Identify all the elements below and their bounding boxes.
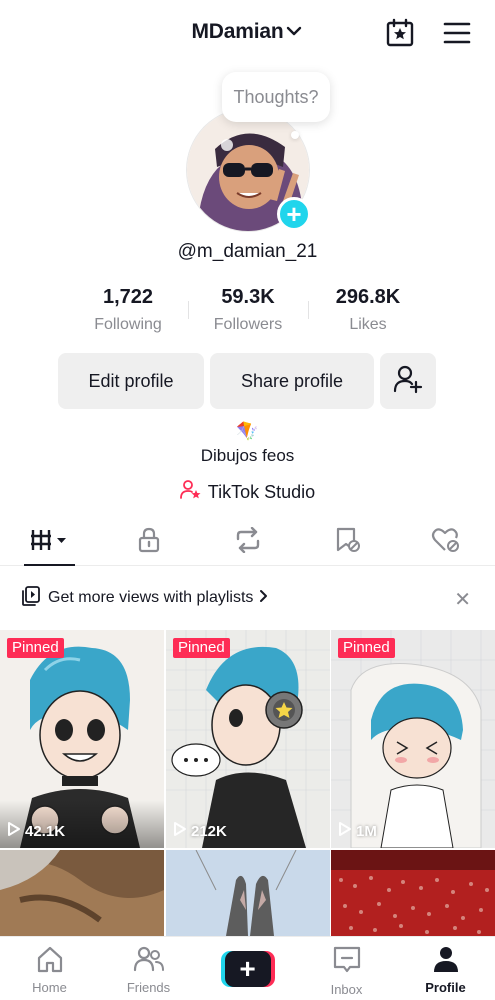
repost-icon	[234, 526, 262, 558]
tab-private[interactable]	[99, 520, 198, 565]
profile-icon	[432, 945, 460, 978]
nav-home[interactable]: Home	[0, 937, 99, 1000]
account-switcher[interactable]: MDamian	[0, 20, 495, 44]
inbox-icon	[332, 945, 362, 980]
bottom-nav: Home Friends + Inbox Profile	[0, 936, 495, 1000]
chevron-right-icon	[259, 589, 268, 608]
studio-label: TikTok Studio	[207, 482, 316, 502]
nav-label: Profile	[425, 980, 466, 995]
view-count-label: 212K	[191, 822, 227, 840]
hamburger-menu-icon[interactable]	[442, 18, 472, 48]
add-person-icon	[393, 364, 423, 399]
edit-profile-button[interactable]: Edit profile	[58, 353, 204, 409]
friends-icon	[133, 945, 165, 978]
stat-value: 1,722	[102, 286, 154, 308]
tab-reposts[interactable]	[198, 520, 297, 565]
profile-stats: 1,722 Following 59.3K Followers 296.8K L…	[68, 286, 428, 342]
share-profile-button[interactable]: Share profile	[210, 353, 374, 409]
video-thumbnail[interactable]: Pinned 212K	[166, 630, 330, 848]
video-thumbnail[interactable]	[166, 850, 330, 936]
calendar-star-icon[interactable]	[385, 18, 415, 48]
create-plus-icon: +	[220, 951, 275, 987]
thoughts-bubble[interactable]: Thoughts?	[222, 72, 330, 122]
home-icon	[35, 945, 65, 978]
pinned-badge: Pinned	[7, 638, 64, 658]
profile-avatar[interactable]: +	[186, 108, 311, 232]
nav-inbox[interactable]: Inbox	[297, 937, 396, 1000]
bio-emoji: 🪁	[236, 421, 259, 441]
bio-text: Dibujos feos	[200, 446, 295, 465]
thought-bubble-tail	[291, 131, 299, 139]
stat-value: 296.8K	[335, 286, 401, 308]
bookmark-hidden-icon	[333, 526, 361, 559]
nav-label: Inbox	[330, 982, 363, 997]
close-icon[interactable]: ✕	[454, 587, 471, 612]
username-label: MDamian	[191, 20, 284, 43]
chevron-down-icon	[285, 20, 303, 44]
profile-handle: @m_damian_21	[177, 241, 318, 262]
video-thumbnail[interactable]: Pinned 1M	[331, 630, 495, 848]
tab-saved[interactable]	[297, 520, 396, 565]
videos-grid-icon	[30, 528, 70, 557]
heart-hidden-icon	[431, 526, 461, 559]
pinned-badge: Pinned	[338, 638, 395, 658]
add-story-plus-icon[interactable]: +	[277, 197, 311, 231]
add-friend-button[interactable]	[380, 353, 436, 409]
top-bar: MDamian	[0, 0, 495, 66]
video-thumbnail[interactable]	[0, 850, 164, 936]
nav-label: Friends	[126, 980, 171, 995]
lock-icon	[136, 527, 162, 558]
playlist-icon	[22, 585, 40, 611]
nav-label: Home	[32, 980, 67, 995]
play-icon	[7, 821, 21, 841]
stat-label: Likes	[349, 316, 387, 333]
view-count-label: 1M	[356, 822, 377, 840]
view-count-label: 42.1K	[25, 822, 66, 840]
play-icon	[173, 821, 187, 841]
tiktok-studio-link[interactable]: TikTok Studio	[0, 479, 495, 506]
tab-videos[interactable]	[0, 520, 99, 566]
stat-label: Following	[94, 316, 162, 333]
nav-friends[interactable]: Friends	[99, 937, 198, 1000]
video-thumbnail[interactable]: Pinned 42.1K	[0, 630, 164, 848]
stat-followers[interactable]: 59.3K Followers	[188, 286, 308, 342]
stat-value: 59.3K	[221, 286, 275, 308]
nav-profile[interactable]: Profile	[396, 937, 495, 1000]
play-icon	[338, 821, 352, 841]
video-thumbnail[interactable]	[331, 850, 495, 936]
profile-tabs	[0, 520, 495, 566]
stat-following[interactable]: 1,722 Following	[68, 286, 188, 342]
pinned-badge: Pinned	[173, 638, 230, 658]
view-count: 1M	[338, 821, 377, 841]
studio-person-icon	[179, 479, 202, 506]
view-count: 42.1K	[7, 821, 65, 841]
stat-likes[interactable]: 296.8K Likes	[308, 286, 428, 342]
tab-liked[interactable]	[396, 520, 495, 565]
playlist-promo-banner[interactable]: Get more views with playlists ✕	[0, 567, 495, 629]
promo-text: Get more views with playlists	[48, 589, 254, 606]
view-count: 212K	[173, 821, 227, 841]
nav-create[interactable]: +	[198, 937, 297, 1000]
stat-label: Followers	[213, 316, 283, 333]
